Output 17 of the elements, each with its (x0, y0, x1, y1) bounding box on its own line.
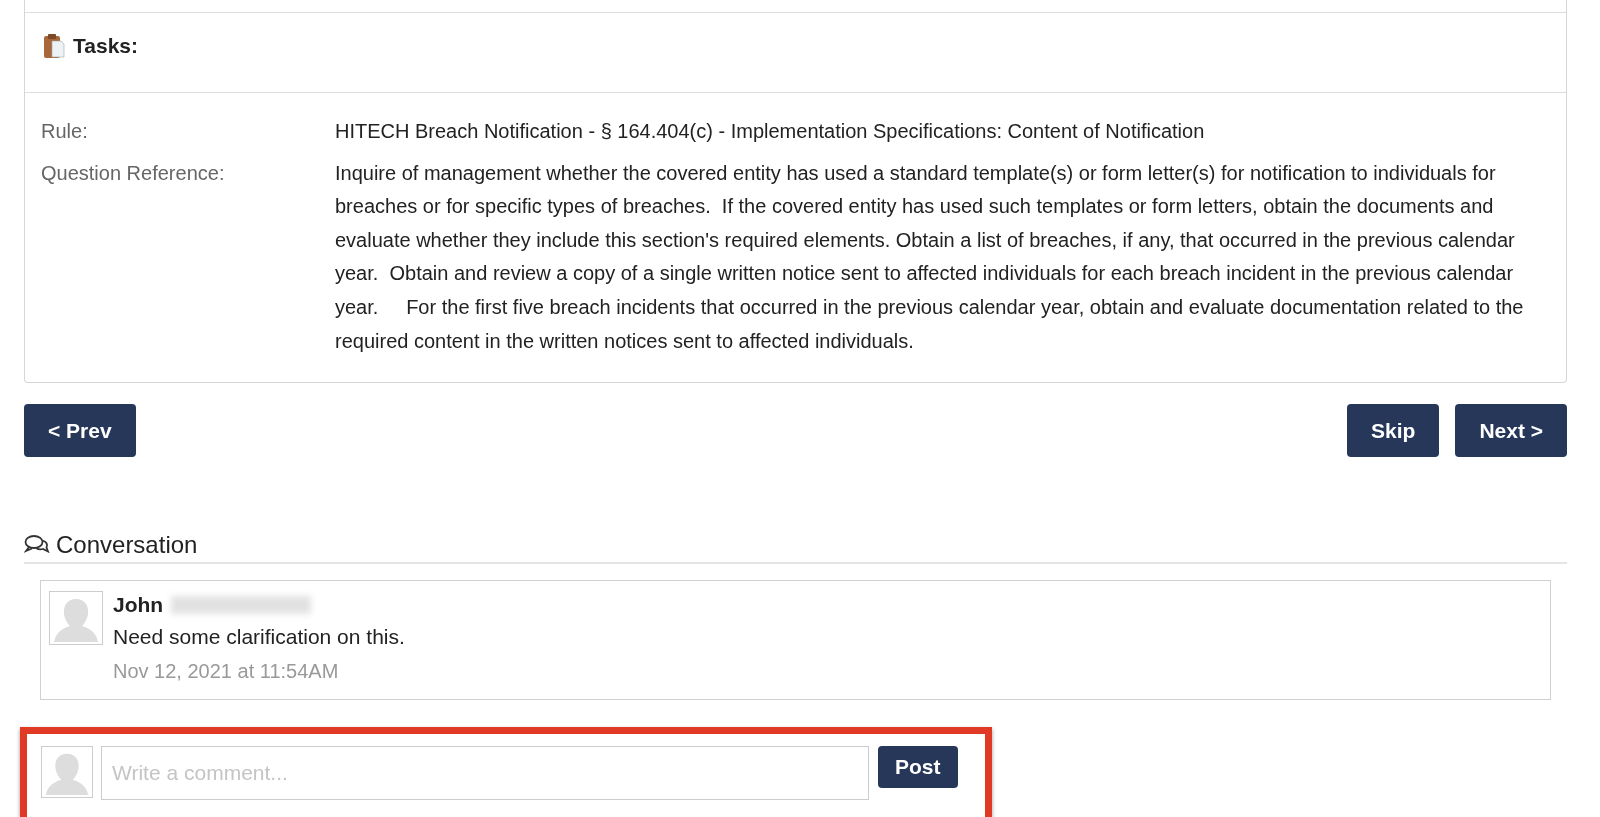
prev-button[interactable]: < Prev (24, 404, 136, 458)
conversation-heading: Conversation (56, 530, 198, 561)
post-button[interactable]: Post (878, 746, 958, 788)
detail-label: Question Reference: (41, 160, 226, 186)
clipboard-icon (43, 33, 65, 59)
avatar-icon (41, 746, 93, 798)
detail-label: Rule: (41, 119, 89, 144)
comment-time: Nov 12, 2021 at 11:54AM (113, 659, 340, 685)
tasks-heading: Tasks: (73, 33, 138, 59)
avatar-icon (49, 591, 103, 646)
next-button[interactable]: Next > (1455, 404, 1567, 458)
comment-field[interactable]: Write a comment... (101, 746, 869, 800)
comment-text: Need some clarification on this. (113, 624, 405, 651)
detail-value: HITECH Breach Notification - § 164.404(c) - Implementation Specifications: Content of Notification (335, 119, 1206, 144)
skip-button[interactable]: Skip (1347, 404, 1440, 458)
detail-value: Inquire of management whether the covered entity has used a standard template(s) or form letter(s) for notification to individuals for breaches or for specific types of breaches. If the covered entity has used such templates or form letters, obtain the documents and evaluate whether they include this section's required elements. Obtain a list of breaches, if any, that occurred in the previous calendar year. Obtain and review a copy of a single written notice sent to affected individuals for each breach incident in the previous calendar year. For the first five breach incidents that occurred in the previous calendar year, obtain and evaluate documentation related to the required content in the written notices sent to affected individuals. (335, 160, 1525, 354)
comment-author: John (113, 592, 164, 619)
